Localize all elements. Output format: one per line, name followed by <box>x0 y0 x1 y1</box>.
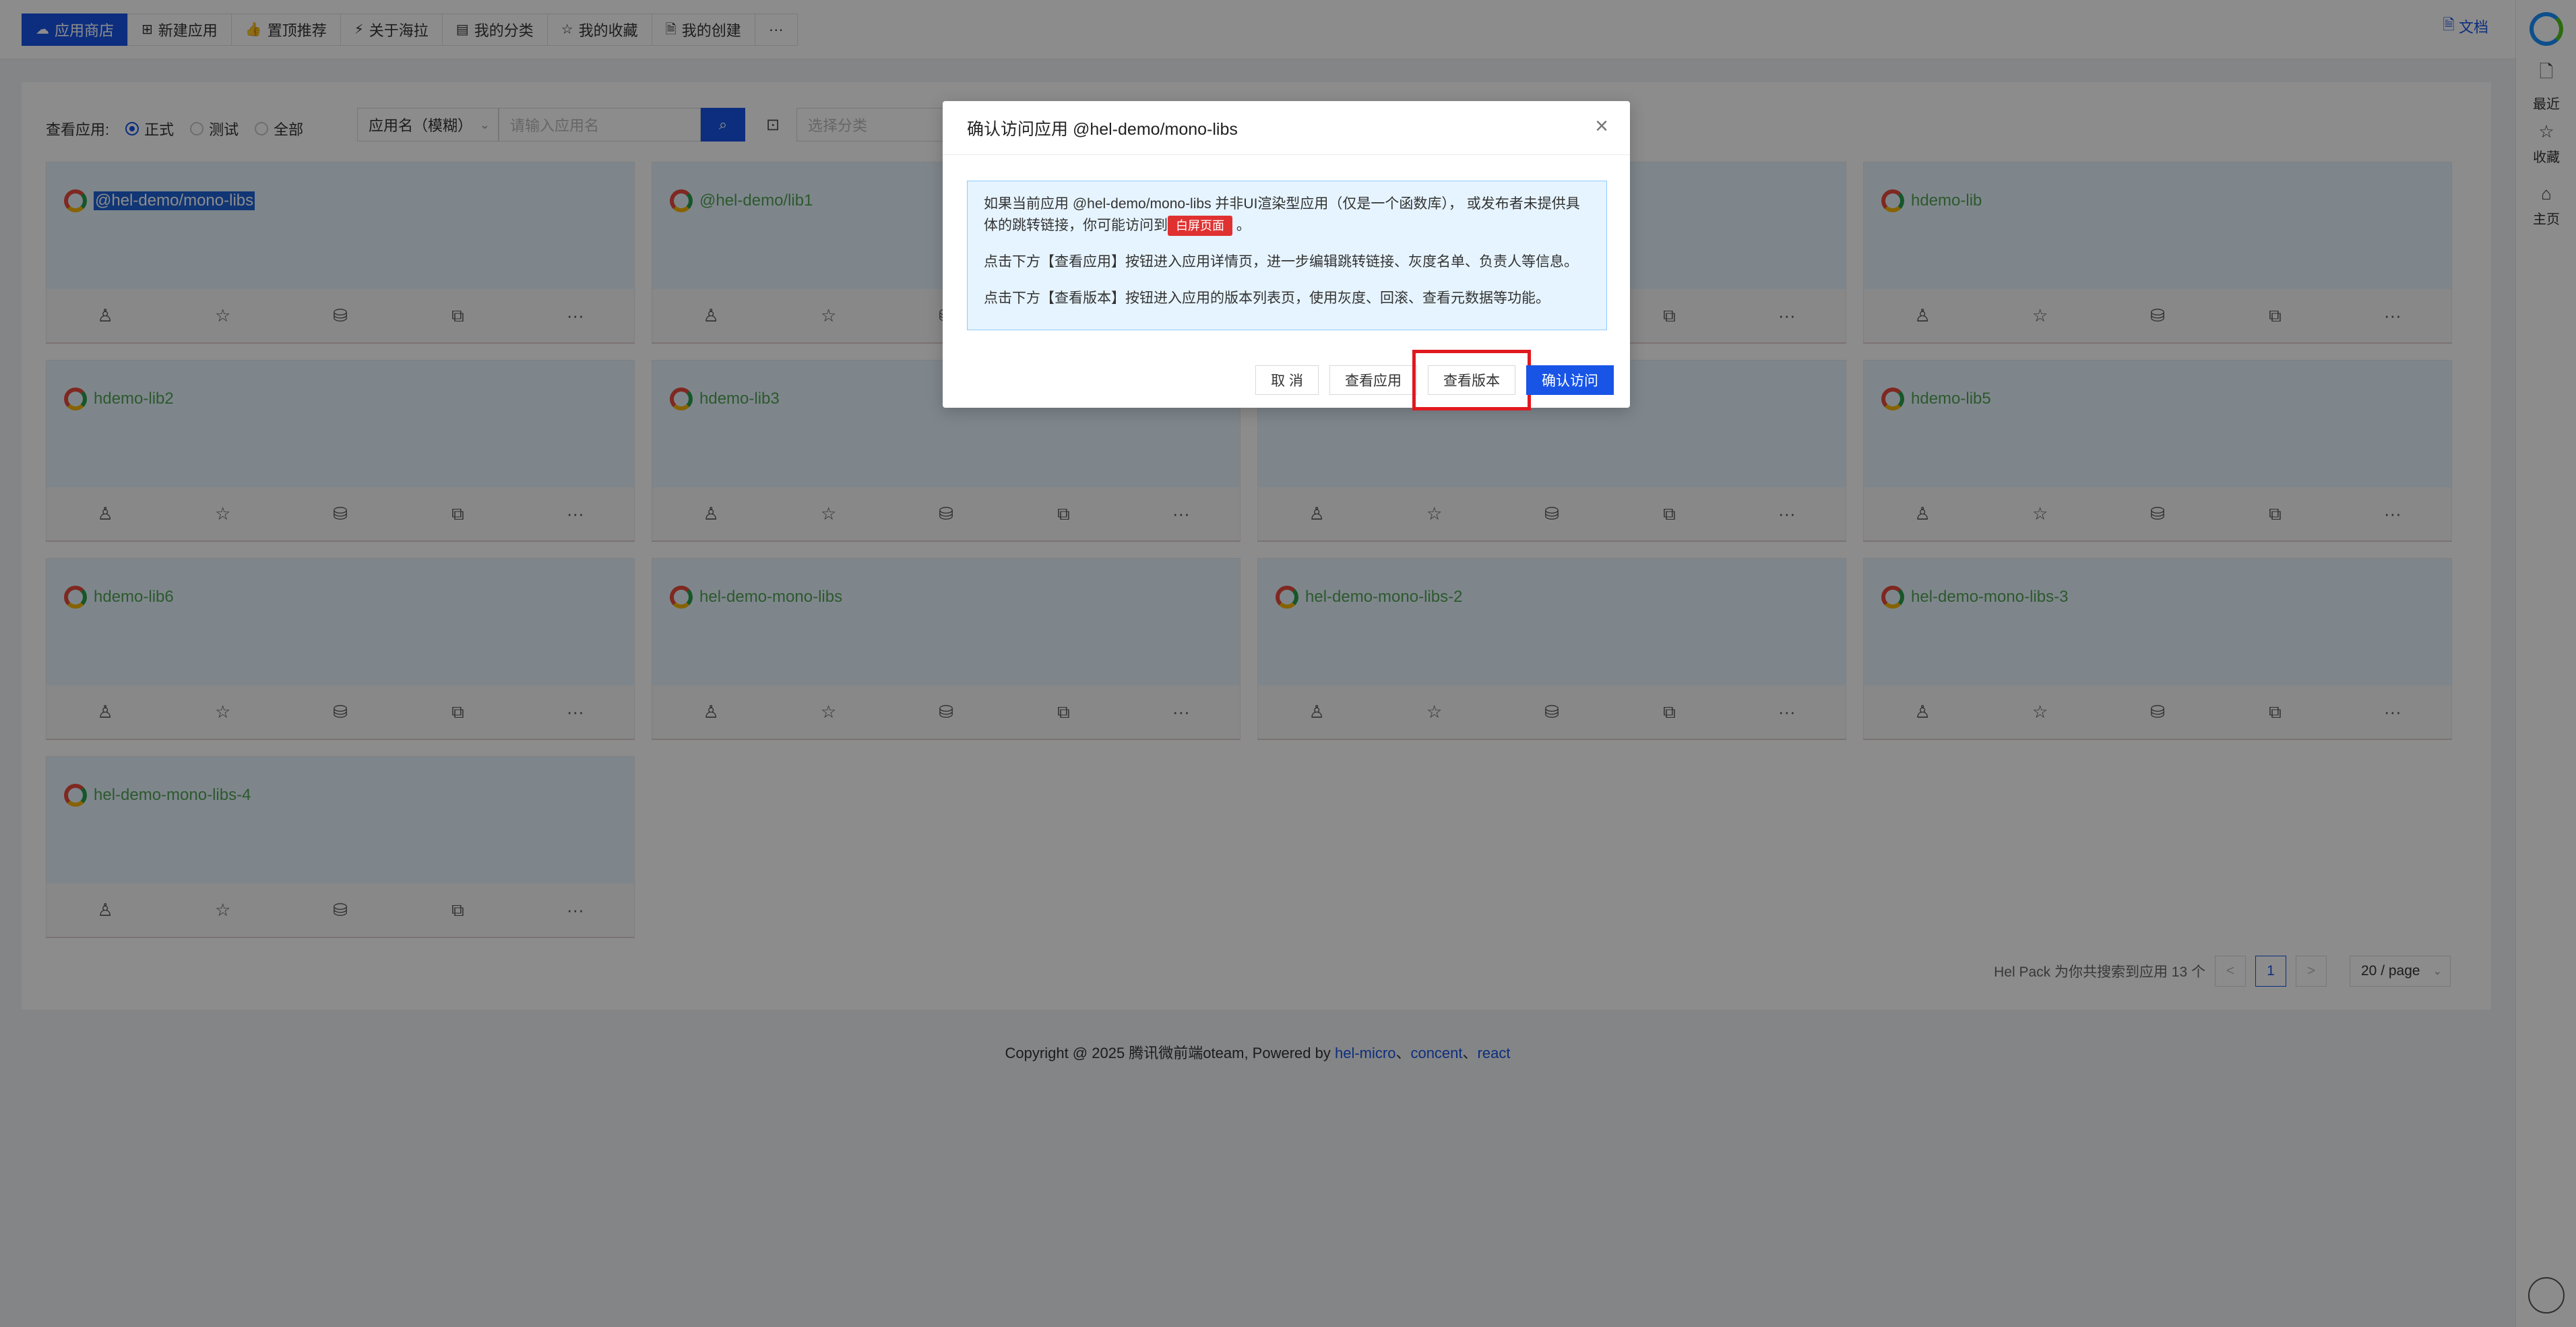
confirm-visit-modal: 确认访问应用 @hel-demo/mono-libs × 如果当前应用 @hel… <box>943 101 1630 410</box>
modal-text: 如果当前应用 @hel-demo/mono-libs 并非UI渲染型应用（仅是一… <box>984 196 1580 233</box>
cancel-button[interactable]: 取 消 <box>1255 365 1319 395</box>
modal-title: 确认访问应用 @hel-demo/mono-libs <box>943 101 1630 155</box>
close-icon[interactable]: × <box>1595 115 1608 137</box>
modal-line-1: 如果当前应用 @hel-demo/mono-libs 并非UI渲染型应用（仅是一… <box>984 193 1590 237</box>
modal-footer: 取 消 查看应用 查看版本 确认访问 <box>1255 350 1614 410</box>
view-app-button[interactable]: 查看应用 <box>1329 365 1417 395</box>
modal-info-box: 如果当前应用 @hel-demo/mono-libs 并非UI渲染型应用（仅是一… <box>967 181 1607 330</box>
modal-text: 。 <box>1232 218 1251 233</box>
view-version-button[interactable]: 查看版本 <box>1412 350 1531 410</box>
modal-line-2: 点击下方【查看应用】按钮进入应用详情页，进一步编辑跳转链接、灰度名单、负责人等信… <box>984 254 1578 270</box>
modal-line-3: 点击下方【查看版本】按钮进入应用的版本列表页，使用灰度、回滚、查看元数据等功能。 <box>984 290 1550 306</box>
blank-page-tag: 白屏页面 <box>1168 216 1232 236</box>
confirm-visit-button[interactable]: 确认访问 <box>1526 365 1614 395</box>
